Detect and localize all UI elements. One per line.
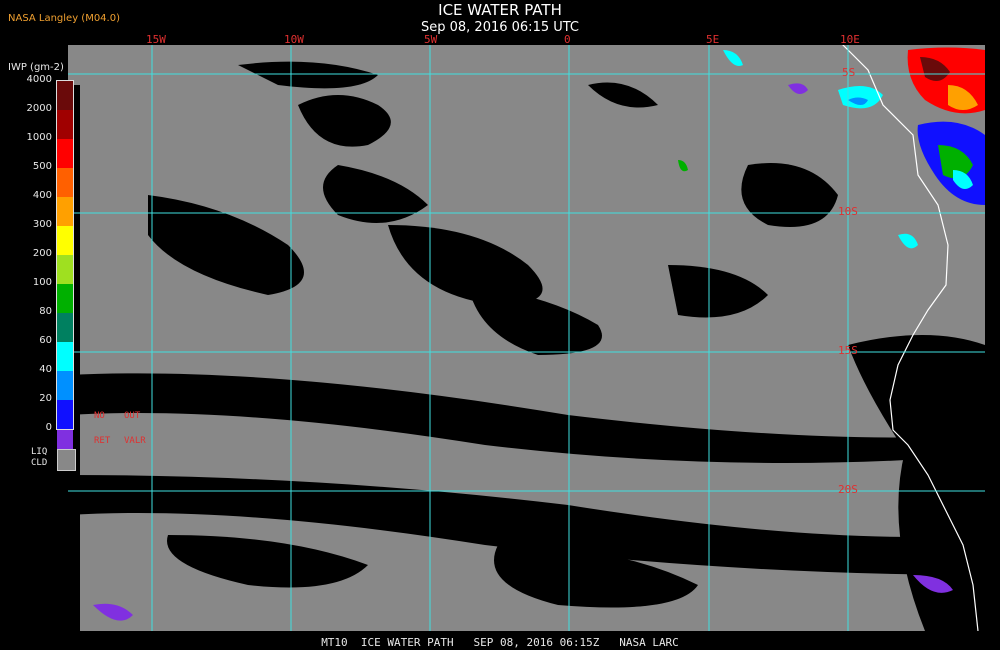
liq-cld-swatch xyxy=(57,449,76,471)
colorbar-level-label: 200 xyxy=(32,248,52,259)
footer-caption: MT10 ICE WATER PATH SEP 08, 2016 06:15Z … xyxy=(321,636,679,649)
out-valr-label: OUT VALR xyxy=(124,411,146,446)
colorbar-title: IWP (gm-2) xyxy=(8,62,64,73)
colorbar-frame xyxy=(56,80,74,430)
colorbar-level-label: 60 xyxy=(39,335,52,346)
colorbar-level-label: 40 xyxy=(39,364,52,375)
map-title: ICE WATER PATH xyxy=(438,1,562,19)
lat-label-20s: 20S xyxy=(838,483,858,496)
colorbar-level-label: 400 xyxy=(32,190,52,201)
clear-sky-regions xyxy=(68,45,985,631)
colorbar-level-label: 300 xyxy=(32,219,52,230)
colorbar-level-label: 0 xyxy=(45,422,52,433)
lat-label-5s: 5S xyxy=(842,66,856,79)
colorbar-level-label: 20 xyxy=(39,393,52,404)
no-ret-label: NO RET xyxy=(94,411,111,446)
colorbar-level-label: 500 xyxy=(32,161,52,172)
lat-label-15s: 15S xyxy=(838,344,858,357)
colorbar-level-label: 2000 xyxy=(26,103,52,114)
liq-cld-label: LIQ CLD xyxy=(31,447,48,468)
colorbar-level-label: 80 xyxy=(39,306,52,317)
colorbar-level-label: 1000 xyxy=(26,132,52,143)
colorbar-level-label: 4000 xyxy=(26,74,52,85)
ice-water-path-map[interactable] xyxy=(68,45,985,631)
colorbar-level-label: 100 xyxy=(32,277,52,288)
lat-label-10s: 10S xyxy=(838,205,858,218)
